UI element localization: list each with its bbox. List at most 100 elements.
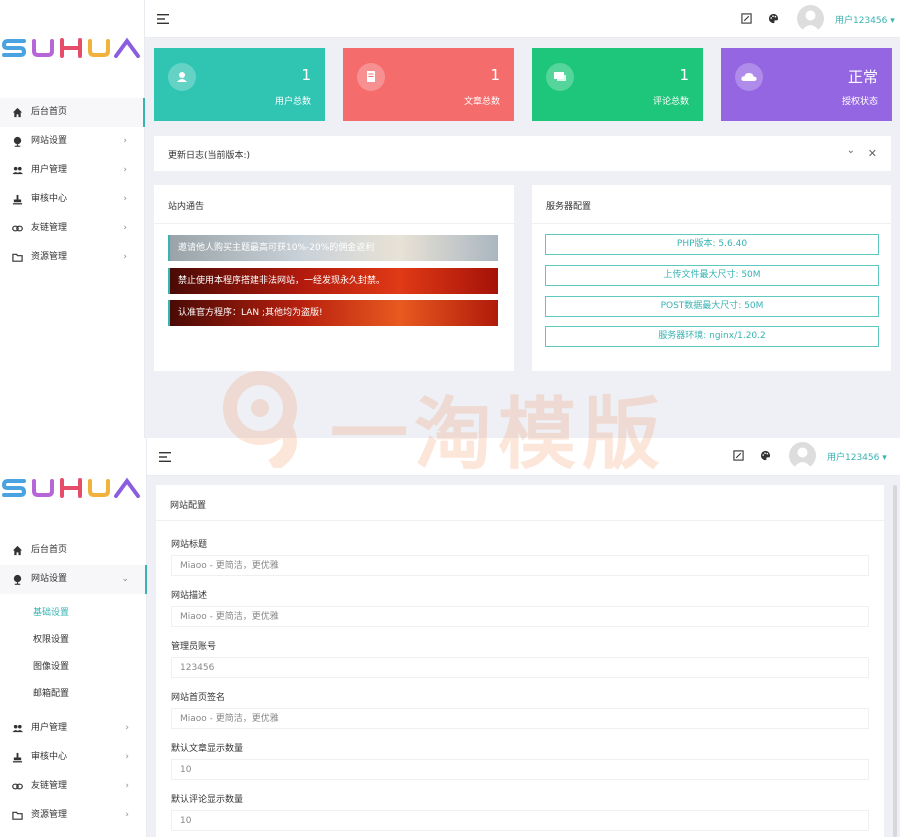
chevron-right-icon: ›: [125, 810, 129, 820]
homepage-signature-input[interactable]: Miaoo - 更简洁，更优雅: [171, 708, 869, 729]
sidebar-item-review[interactable]: 审核中心 ›: [0, 743, 147, 772]
notice-item[interactable]: 禁止使用本程序搭建非法网站，一经发现永久封禁。: [168, 268, 498, 294]
stat-value: 1: [679, 66, 689, 84]
menu-toggle-icon[interactable]: [159, 452, 171, 462]
server-info-env: 服务器环境: nginx/1.20.2: [545, 326, 879, 347]
sidebar-menu: 后台首页 网站设置 ⌄ 基础设置 权限设置 图像设置 邮箱配置 用户管理 › 审…: [0, 536, 147, 830]
avatar[interactable]: [789, 442, 816, 469]
site-description-input[interactable]: Miaoo - 更简洁，更优雅: [171, 606, 869, 627]
close-icon[interactable]: ✕: [868, 147, 877, 160]
sidebar-item-home[interactable]: 后台首页: [0, 536, 147, 565]
avatar[interactable]: [797, 5, 824, 32]
sidebar-item-label: 后台首页: [31, 545, 68, 555]
sidebar-item-resources[interactable]: 资源管理 ›: [0, 801, 147, 830]
top-bar: 用户123456 ▾: [147, 438, 900, 476]
field-label-site-description: 网站描述: [171, 591, 208, 601]
link-icon: [12, 783, 23, 790]
stat-label: 文章总数: [463, 97, 500, 107]
palette-icon[interactable]: [768, 13, 779, 24]
submenu-permission-settings[interactable]: 权限设置: [0, 627, 147, 654]
settings-screen: 后台首页 网站设置 ⌄ 基础设置 权限设置 图像设置 邮箱配置 用户管理 › 审…: [0, 438, 900, 837]
username: 用户123456: [835, 16, 888, 26]
user-icon: [168, 63, 196, 91]
server-info-post: POST数据最大尺寸: 50M: [545, 296, 879, 317]
field-label-article-count: 默认文章显示数量: [171, 744, 244, 754]
notice-panel: 站内通告 邀请他人购买主题最高可获10%-20%的佣金返利 禁止使用本程序搭建非…: [154, 185, 514, 371]
sidebar-item-label: 网站设置: [31, 574, 68, 584]
site-config-form: 网站配置 网站标题 Miaoo - 更简洁，更优雅 网站描述 Miaoo - 更…: [156, 485, 884, 837]
sidebar-item-review[interactable]: 审核中心 ›: [0, 185, 145, 214]
link-icon: [12, 225, 23, 232]
stat-label: 授权状态: [841, 97, 878, 107]
globe-icon: [13, 574, 22, 585]
sidebar-item-links[interactable]: 友链管理 ›: [0, 772, 147, 801]
stamp-icon: [12, 194, 23, 205]
sidebar-item-label: 审核中心: [31, 194, 68, 204]
palette-icon[interactable]: [760, 450, 771, 461]
chevron-right-icon: ›: [123, 252, 127, 262]
sidebar-item-home[interactable]: 后台首页: [0, 98, 145, 127]
stat-value: 正常: [847, 68, 878, 86]
notice-item[interactable]: 认准官方程序：LAN ;其他均为盗版!: [168, 300, 498, 326]
server-info-php: PHP版本: 5.6.40: [545, 234, 879, 255]
menu-toggle-icon[interactable]: [157, 14, 169, 24]
notice-item[interactable]: 邀请他人购买主题最高可获10%-20%的佣金返利: [168, 235, 498, 261]
users-icon: [12, 724, 23, 733]
sidebar-item-label: 后台首页: [31, 107, 68, 117]
chevron-right-icon: ›: [125, 752, 129, 762]
field-label-site-title: 网站标题: [171, 540, 208, 550]
sidebar-item-resources[interactable]: 资源管理 ›: [0, 243, 145, 272]
stat-card-articles: 1 文章总数: [343, 48, 514, 121]
chevron-right-icon: ›: [123, 136, 127, 146]
server-title: 服务器配置: [546, 202, 592, 212]
stat-label: 评论总数: [652, 97, 689, 107]
submenu-basic-settings[interactable]: 基础设置: [0, 600, 147, 627]
site-title-input[interactable]: Miaoo - 更简洁，更优雅: [171, 555, 869, 576]
article-count-input[interactable]: 10: [171, 759, 869, 780]
scrollbar[interactable]: [893, 485, 897, 837]
stamp-icon: [12, 752, 23, 763]
home-icon: [12, 545, 23, 556]
form-title: 网站配置: [170, 501, 207, 511]
stat-card-license: 正常 授权状态: [721, 48, 892, 121]
sidebar: 后台首页 网站设置 › 用户管理 › 审核中心 › 友链管理 › 资源管理 ›: [0, 0, 145, 438]
suhua-logo: [1, 37, 140, 58]
stat-card-users: 1 用户总数: [154, 48, 325, 121]
edit-icon[interactable]: [733, 450, 744, 461]
comment-count-input[interactable]: 10: [171, 810, 869, 831]
sidebar-item-label: 用户管理: [31, 723, 68, 733]
edit-icon[interactable]: [741, 13, 752, 24]
admin-account-input[interactable]: 123456: [171, 657, 869, 678]
submenu-image-settings[interactable]: 图像设置: [0, 654, 147, 681]
folder-icon: [12, 811, 23, 820]
chevron-right-icon: ›: [123, 223, 127, 233]
sidebar-item-users[interactable]: 用户管理 ›: [0, 156, 145, 185]
field-label-comment-count: 默认评论显示数量: [171, 795, 244, 805]
users-icon: [12, 166, 23, 175]
sidebar-item-users[interactable]: 用户管理 ›: [0, 714, 147, 743]
dashboard-screen: 后台首页 网站设置 › 用户管理 › 审核中心 › 友链管理 › 资源管理 › …: [0, 0, 900, 438]
server-info-upload: 上传文件最大尺寸: 50M: [545, 265, 879, 286]
submenu-email-config[interactable]: 邮箱配置: [0, 681, 147, 708]
user-menu[interactable]: 用户123456 ▾: [835, 13, 895, 26]
folder-icon: [12, 253, 23, 262]
username: 用户123456: [827, 453, 880, 463]
chevron-right-icon: ›: [125, 781, 129, 791]
user-menu[interactable]: 用户123456 ▾: [827, 450, 887, 463]
changelog-panel: 更新日志(当前版本:) ⌄ ✕: [154, 136, 891, 171]
home-icon: [12, 107, 23, 118]
sidebar-item-label: 用户管理: [31, 165, 68, 175]
sidebar-item-site-settings[interactable]: 网站设置 ⌄: [0, 565, 147, 594]
sidebar-item-site-settings[interactable]: 网站设置 ›: [0, 127, 145, 156]
comment-icon: [546, 63, 574, 91]
field-label-homepage-signature: 网站首页签名: [171, 693, 226, 703]
stat-card-comments: 1 评论总数: [532, 48, 703, 121]
sidebar-item-label: 资源管理: [31, 810, 68, 820]
collapse-icon[interactable]: ⌄: [847, 145, 855, 156]
sidebar-item-label: 资源管理: [31, 252, 68, 262]
document-icon: [357, 63, 385, 91]
chevron-down-icon: ⌄: [121, 574, 129, 584]
top-bar: 用户123456 ▾: [145, 0, 900, 38]
sidebar-item-links[interactable]: 友链管理 ›: [0, 214, 145, 243]
sidebar: 后台首页 网站设置 ⌄ 基础设置 权限设置 图像设置 邮箱配置 用户管理 › 审…: [0, 438, 147, 837]
